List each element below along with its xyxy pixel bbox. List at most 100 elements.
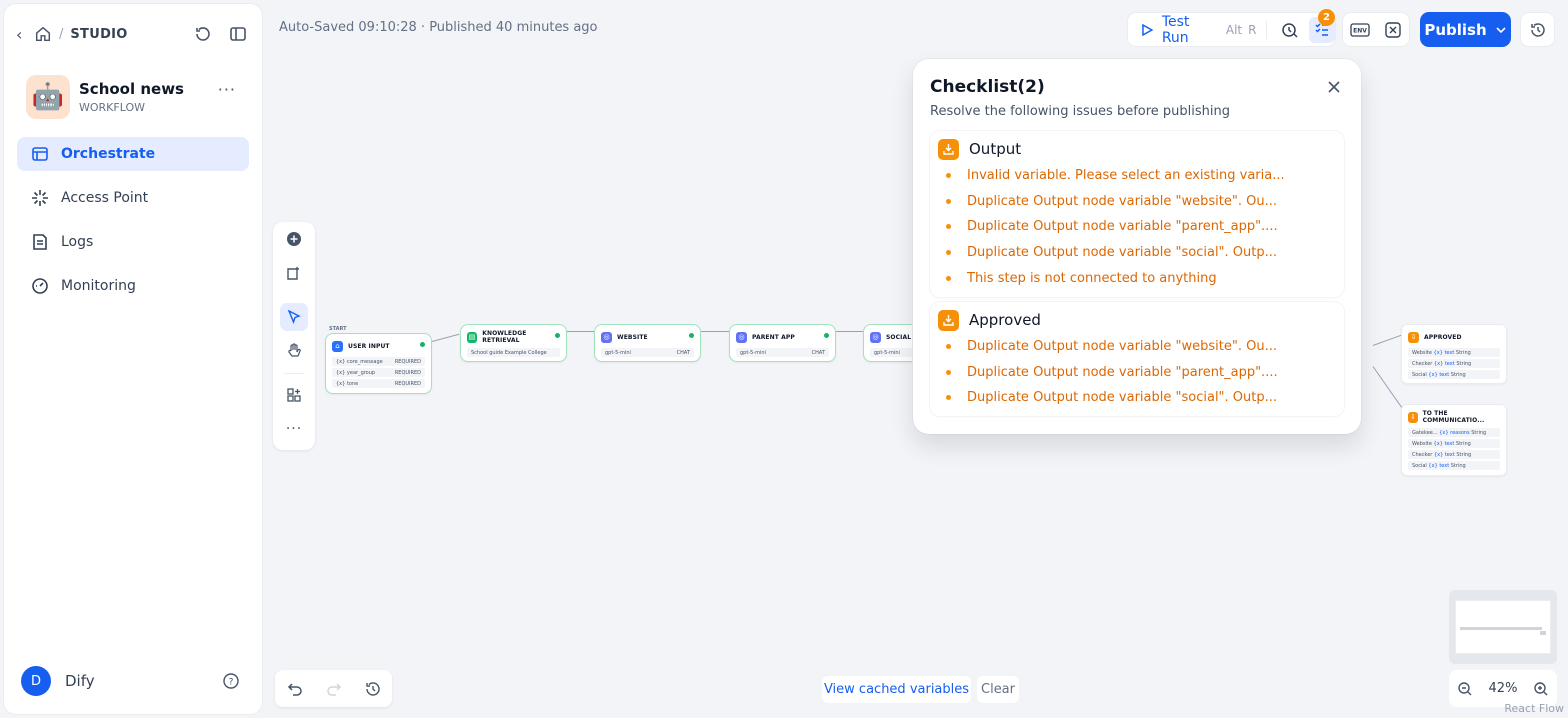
shortcut-r: R <box>1248 22 1257 37</box>
output-icon: ⇩ <box>1408 411 1418 423</box>
publish-button[interactable]: Publish <box>1420 12 1511 47</box>
version-history-button[interactable] <box>1520 12 1555 47</box>
close-icon[interactable] <box>1327 80 1341 94</box>
node-model-row: gpt-5-mini CHAT <box>601 348 694 357</box>
back-icon[interactable]: ‹ <box>16 25 30 44</box>
minimap[interactable] <box>1449 590 1557 664</box>
clear-button[interactable]: Clear <box>977 676 1019 703</box>
checklist-panel: Checklist(2) Resolve the following issue… <box>913 59 1361 434</box>
shortcut-alt: Alt <box>1225 22 1243 37</box>
website-node[interactable]: ◎ WEBSITE gpt-5-mini CHAT <box>594 324 701 362</box>
node-variable-row: {x} core_message REQUIRED <box>332 357 425 366</box>
llm-icon: ◎ <box>870 331 881 343</box>
access-point-icon <box>31 189 49 207</box>
logs-icon <box>31 233 49 251</box>
view-cached-variables-button[interactable]: View cached variables <box>822 676 971 703</box>
hand-mode-button[interactable] <box>280 337 308 365</box>
checklist-subtitle: Resolve the following issues before publ… <box>930 104 1231 119</box>
history-icon[interactable] <box>365 681 381 697</box>
canvas-tools: ··· <box>273 222 315 450</box>
app-info: 🤖 School news WORKFLOW ··· <box>26 74 248 120</box>
hand-icon <box>288 343 301 357</box>
status-ok-dot <box>824 333 829 338</box>
more-tools-button[interactable]: ··· <box>280 415 308 443</box>
output-node-icon <box>938 138 959 160</box>
edge <box>567 331 594 332</box>
env-variables-button[interactable]: ENV <box>1347 17 1373 43</box>
undo-redo-controls <box>275 670 392 707</box>
studio-label[interactable]: STUDIO <box>70 27 127 42</box>
node-output-row: Checker {x} text String <box>1408 359 1500 368</box>
redo-icon[interactable] <box>326 681 342 697</box>
parent-app-node[interactable]: ◎ PARENT APP gpt-5-mini CHAT <box>729 324 836 362</box>
checklist-title: Checklist(2) <box>930 77 1045 97</box>
refresh-icon[interactable] <box>193 24 213 44</box>
test-run-group: Test Run Alt R <box>1127 12 1336 47</box>
play-icon <box>1142 23 1154 36</box>
output-icon: ⇩ <box>1408 331 1419 343</box>
node-title: APPROVED <box>1424 333 1462 341</box>
organize-nodes-button[interactable] <box>280 381 308 409</box>
node-model-row: gpt-5-mini <box>870 348 917 357</box>
checklist-group-output[interactable]: Output Invalid variable. Please select a… <box>930 131 1344 297</box>
minimap-viewport[interactable] <box>1455 600 1551 654</box>
checklist-count-badge: 2 <box>1318 9 1335 26</box>
add-node-button[interactable] <box>280 225 308 253</box>
pointer-mode-button[interactable] <box>280 303 308 331</box>
sidebar-item-label: Monitoring <box>61 278 136 294</box>
run-history-button[interactable] <box>1277 17 1303 43</box>
knowledge-retrieval-node[interactable]: ▤ KNOWLEDGE RETRIEVAL School guide Exampl… <box>460 324 567 362</box>
sidebar-item-monitoring[interactable]: Monitoring <box>17 269 249 303</box>
collapse-sidebar-icon[interactable] <box>228 24 248 44</box>
help-icon[interactable]: ? <box>222 672 240 690</box>
user-account[interactable]: D Dify ? <box>21 666 248 696</box>
publish-label: Publish <box>1424 20 1487 39</box>
home-icon[interactable] <box>34 25 52 43</box>
zoom-level[interactable]: 42% <box>1489 681 1518 696</box>
top-navigation: ‹ / STUDIO <box>16 22 250 46</box>
cursor-icon <box>287 310 301 324</box>
undo-icon[interactable] <box>287 681 303 697</box>
checklist-group-approved[interactable]: Approved Duplicate Output node variable … <box>930 302 1344 416</box>
layout-grid-icon <box>287 388 301 402</box>
app-type: WORKFLOW <box>79 101 145 114</box>
react-flow-attribution[interactable]: React Flow <box>1504 702 1564 715</box>
node-output-row: Website {x} text String <box>1408 439 1500 448</box>
sidebar-item-label: Orchestrate <box>61 146 156 162</box>
node-output-row: Gatekee... {x} reasons String <box>1408 428 1500 437</box>
sidebar-item-label: Logs <box>61 234 94 250</box>
status-ok-dot <box>555 333 560 338</box>
autosave-status: Auto-Saved 09:10:28 · Published 40 minut… <box>279 20 598 35</box>
sidebar-item-logs[interactable]: Logs <box>17 225 249 259</box>
test-run-button[interactable]: Test Run Alt R <box>1128 14 1256 46</box>
sidebar-item-access-point[interactable]: Access Point <box>17 181 249 215</box>
edge <box>836 331 863 332</box>
node-title: TO THE COMMUNICATIO... <box>1422 410 1485 424</box>
user-avatar: D <box>21 666 51 696</box>
user-input-node[interactable]: ⌂ USER INPUT {x} core_message REQUIRED {x}… <box>325 333 432 394</box>
zoom-out-icon[interactable] <box>1457 681 1473 697</box>
node-variable-row: {x} tone REQUIRED <box>332 379 425 388</box>
node-title: SOCIAL <box>886 333 912 341</box>
checklist-issue: Duplicate Output node variable "website"… <box>930 189 1344 215</box>
node-title: KNOWLEDGE RETRIEVAL <box>482 330 527 344</box>
node-title: USER INPUT <box>348 342 390 350</box>
zoom-in-icon[interactable] <box>1533 681 1549 697</box>
approved-output-node[interactable]: ⇩ APPROVED Website {x} text String Checke… <box>1401 324 1507 384</box>
chevron-down-icon <box>1496 26 1506 33</box>
checklist-issue: Duplicate Output node variable "social".… <box>930 385 1344 411</box>
node-output-row: Website {x} text String <box>1408 348 1500 357</box>
tools-divider <box>284 373 304 374</box>
more-options-icon[interactable]: ··· <box>218 80 236 99</box>
node-variable-row: {x} year_group REQUIRED <box>332 368 425 377</box>
edge <box>1372 334 1402 346</box>
node-output-row: Checker {x} text String <box>1408 450 1500 459</box>
conversation-variables-button[interactable] <box>1380 17 1406 43</box>
env-group: ENV <box>1342 12 1410 47</box>
to-communication-output-node[interactable]: ⇩ TO THE COMMUNICATIO... Gatekee... {x} r… <box>1401 404 1507 476</box>
checklist-issue: Duplicate Output node variable "social".… <box>930 240 1344 266</box>
sidebar-item-orchestrate[interactable]: Orchestrate <box>17 137 249 171</box>
node-output-row: Social {x} text String <box>1408 461 1500 470</box>
add-note-button[interactable] <box>280 259 308 287</box>
sidebar-menu: Orchestrate Access Point Logs Monitoring <box>17 137 249 313</box>
